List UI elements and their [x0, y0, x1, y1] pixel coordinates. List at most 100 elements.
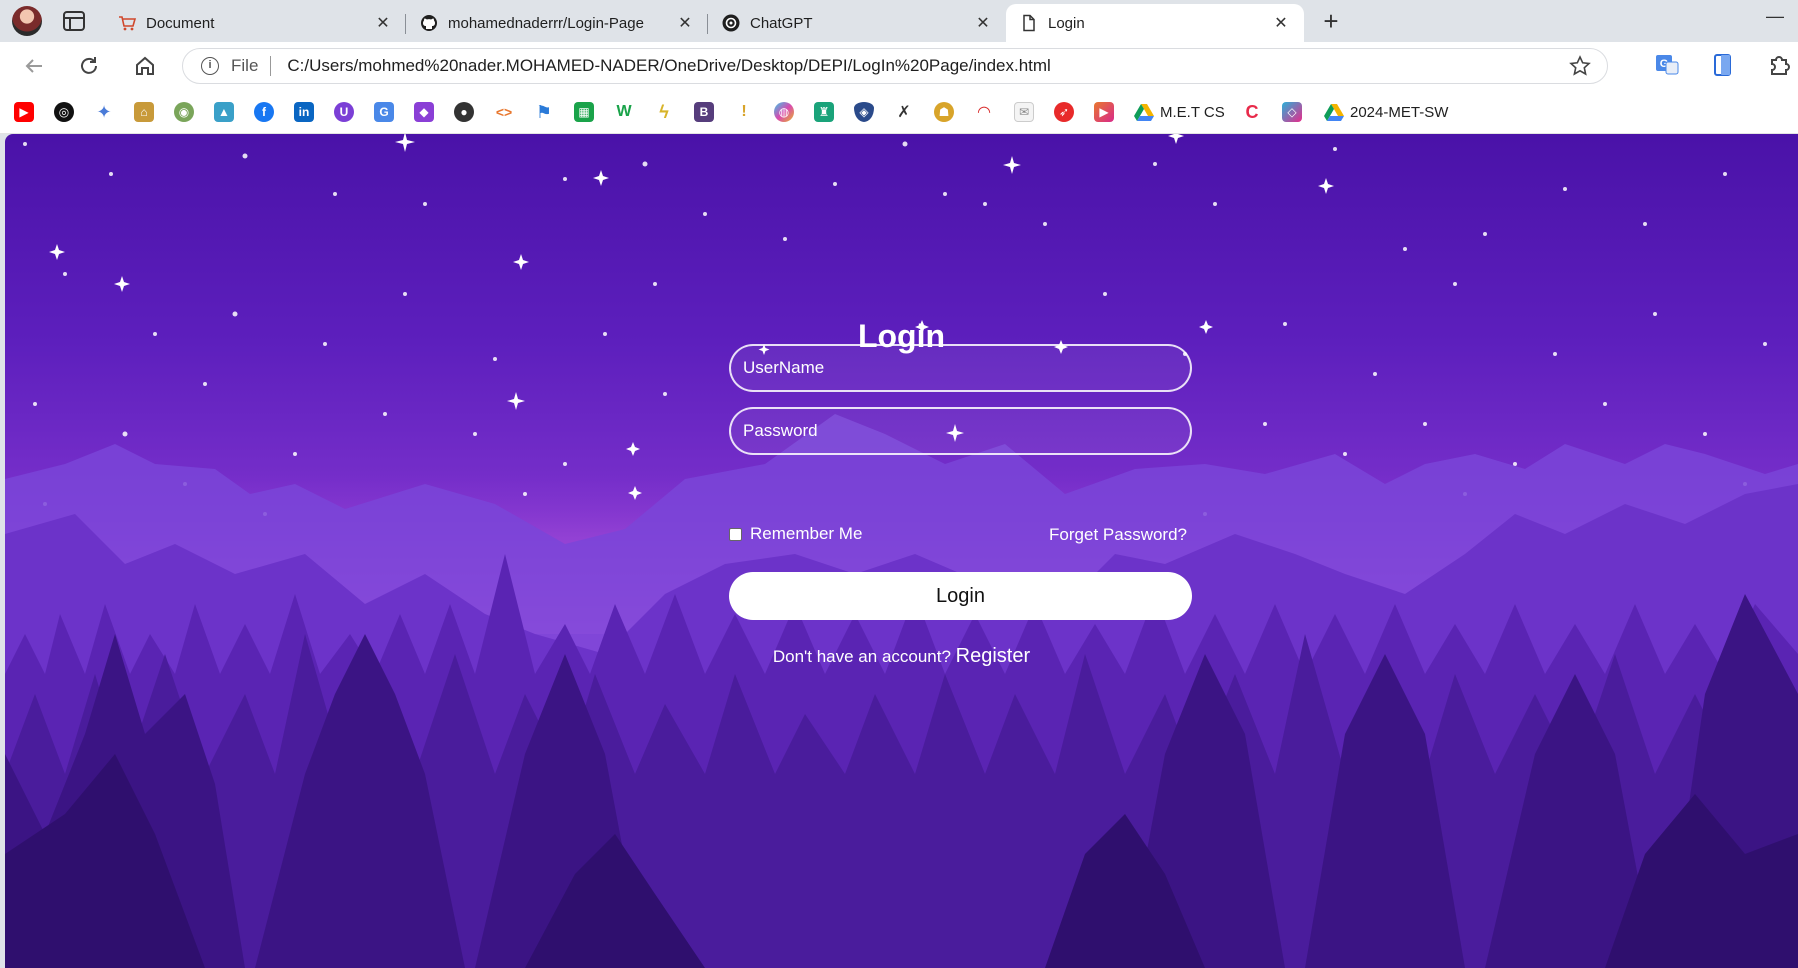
- tab-search-icon[interactable]: [62, 10, 86, 32]
- drive-icon: [1324, 102, 1344, 122]
- cube-icon: ◆: [414, 102, 434, 122]
- chatgpt-icon: ◎: [54, 102, 74, 122]
- back-button[interactable]: [20, 52, 48, 80]
- tab-title: Document: [146, 14, 215, 32]
- linkedin-icon: in: [294, 102, 314, 122]
- scheme-label: File: [231, 56, 259, 75]
- reload-icon: [81, 57, 97, 74]
- profile-avatar[interactable]: [12, 6, 42, 36]
- home-icon: [136, 56, 154, 75]
- bookmark-chatgpt[interactable]: ◎: [54, 101, 74, 123]
- register-prompt: Don't have an account? Register: [5, 645, 1798, 668]
- github-icon: ●: [454, 102, 474, 122]
- udemy-icon: U: [334, 102, 354, 122]
- bookmark-lightning[interactable]: ϟ: [654, 101, 674, 123]
- grid-icon: ▦: [574, 102, 594, 122]
- close-tab-icon[interactable]: ✕: [374, 13, 392, 33]
- bookmark-label: M.E.T CS: [1160, 103, 1225, 121]
- bookmark-castle[interactable]: ♜: [814, 101, 834, 123]
- reading-mode-icon[interactable]: [1710, 52, 1736, 78]
- github-icon: [421, 15, 437, 31]
- home-button[interactable]: [131, 52, 159, 80]
- password-placeholder: Password: [743, 421, 818, 440]
- new-tab-button[interactable]: +: [1318, 8, 1344, 34]
- bookmark-play[interactable]: ▶: [1094, 101, 1114, 123]
- page-icon: [1023, 14, 1035, 32]
- bookmark-shield[interactable]: ◈: [854, 101, 874, 123]
- bookmark-gauge[interactable]: ◠: [974, 101, 994, 123]
- tab-document[interactable]: Document ✕: [104, 4, 406, 42]
- login-button[interactable]: Login: [729, 572, 1192, 620]
- w-icon: W: [616, 103, 632, 120]
- remember-label: Remember Me: [750, 524, 863, 543]
- bookmark-w[interactable]: W: [614, 101, 634, 123]
- remember-me[interactable]: Remember Me: [729, 524, 862, 544]
- bookmark-linkedin[interactable]: in: [294, 101, 314, 123]
- bookmark-label: 2024-MET-SW: [1350, 103, 1449, 121]
- seal-icon: ◉: [174, 102, 194, 122]
- cup-icon: ☗: [934, 102, 954, 122]
- bookmark-feather[interactable]: ✗: [894, 101, 914, 123]
- extensions-icon[interactable]: [1766, 52, 1792, 78]
- bookmark-c[interactable]: C: [1242, 101, 1262, 123]
- bookmark-translate[interactable]: G: [374, 101, 394, 123]
- copilot-icon: ◍: [774, 102, 794, 122]
- bookmark-compass[interactable]: ➶: [1054, 101, 1074, 123]
- bookmark-cup[interactable]: ☗: [934, 101, 954, 123]
- close-tab-icon[interactable]: ✕: [974, 13, 992, 33]
- night-forest-background: [5, 134, 1798, 968]
- translate-icon: G: [374, 102, 394, 122]
- bookmark-candle[interactable]: ǃ: [734, 101, 754, 123]
- no-account-text: Don't have an account?: [772, 647, 951, 666]
- reload-button[interactable]: [75, 52, 103, 80]
- password-field[interactable]: Password: [729, 407, 1192, 455]
- building-icon: ⌂: [134, 102, 154, 122]
- c-icon: C: [1245, 101, 1259, 122]
- forgot-password-link[interactable]: Forget Password?: [1049, 525, 1187, 545]
- register-link[interactable]: Register: [956, 645, 1030, 667]
- address-bar[interactable]: i File C:/Users/mohmed%20nader.MOHAMED-N…: [182, 48, 1608, 84]
- bookmark-2024-met-sw[interactable]: 2024-MET-SW: [1324, 101, 1448, 123]
- bookmark-udemy[interactable]: U: [334, 101, 354, 123]
- bookmark-b[interactable]: B: [694, 101, 714, 123]
- translate-icon[interactable]: G: [1654, 52, 1680, 78]
- bookmark-code[interactable]: <>: [494, 101, 514, 123]
- flag-icon: ⚑: [535, 101, 553, 122]
- youtube-icon: ▶: [14, 102, 34, 122]
- tab-chatgpt[interactable]: ChatGPT ✕: [708, 4, 1006, 42]
- minimize-button[interactable]: —: [1766, 6, 1784, 27]
- remember-checkbox[interactable]: [729, 527, 742, 541]
- mail-icon: ✉: [1014, 102, 1034, 122]
- username-field[interactable]: UserName: [729, 344, 1192, 392]
- back-arrow-icon: [25, 59, 42, 73]
- play-icon: ▶: [1094, 102, 1114, 122]
- bookmark-facebook[interactable]: f: [254, 101, 274, 123]
- bookmark-youtube[interactable]: ▶: [14, 101, 34, 123]
- tab-title: mohamednaderrr/Login-Page: [448, 14, 644, 32]
- tab-title: ChatGPT: [750, 14, 813, 32]
- bookmark-cube[interactable]: ◆: [414, 101, 434, 123]
- lightning-icon: ϟ: [659, 101, 669, 122]
- bookmark-building[interactable]: ⌂: [134, 101, 154, 123]
- box-icon: ◇: [1282, 102, 1302, 122]
- bookmark-gemini[interactable]: ✦: [94, 101, 114, 123]
- bookmark-flag[interactable]: ⚑: [534, 101, 554, 123]
- bookmark-met-cs[interactable]: M.E.T CS: [1134, 101, 1225, 123]
- site-info-icon[interactable]: i: [201, 57, 219, 75]
- bookmarks-bar: ▶ ◎ ✦ ⌂ ◉ ▲ f in U G ◆ ● <> ⚑ ▦ W ϟ B ǃ …: [0, 90, 1798, 134]
- bookmark-seal[interactable]: ◉: [174, 101, 194, 123]
- close-tab-icon[interactable]: ✕: [676, 13, 694, 33]
- bookmark-star-icon[interactable]: [1569, 55, 1591, 77]
- bookmark-copilot[interactable]: ◍: [774, 101, 794, 123]
- bookmark-box[interactable]: ◇: [1282, 101, 1302, 123]
- bookmark-landscape[interactable]: ▲: [214, 101, 234, 123]
- tab-github[interactable]: mohamednaderrr/Login-Page ✕: [406, 4, 708, 42]
- url-text[interactable]: C:/Users/mohmed%20nader.MOHAMED-NADER/On…: [287, 56, 1050, 76]
- close-tab-icon[interactable]: ✕: [1272, 13, 1290, 33]
- tab-login[interactable]: Login ✕: [1006, 4, 1304, 42]
- compass-icon: ➶: [1054, 102, 1074, 122]
- bookmark-grid[interactable]: ▦: [574, 101, 594, 123]
- castle-icon: ♜: [814, 102, 834, 122]
- bookmark-mail[interactable]: ✉: [1014, 101, 1034, 123]
- bookmark-github[interactable]: ●: [454, 101, 474, 123]
